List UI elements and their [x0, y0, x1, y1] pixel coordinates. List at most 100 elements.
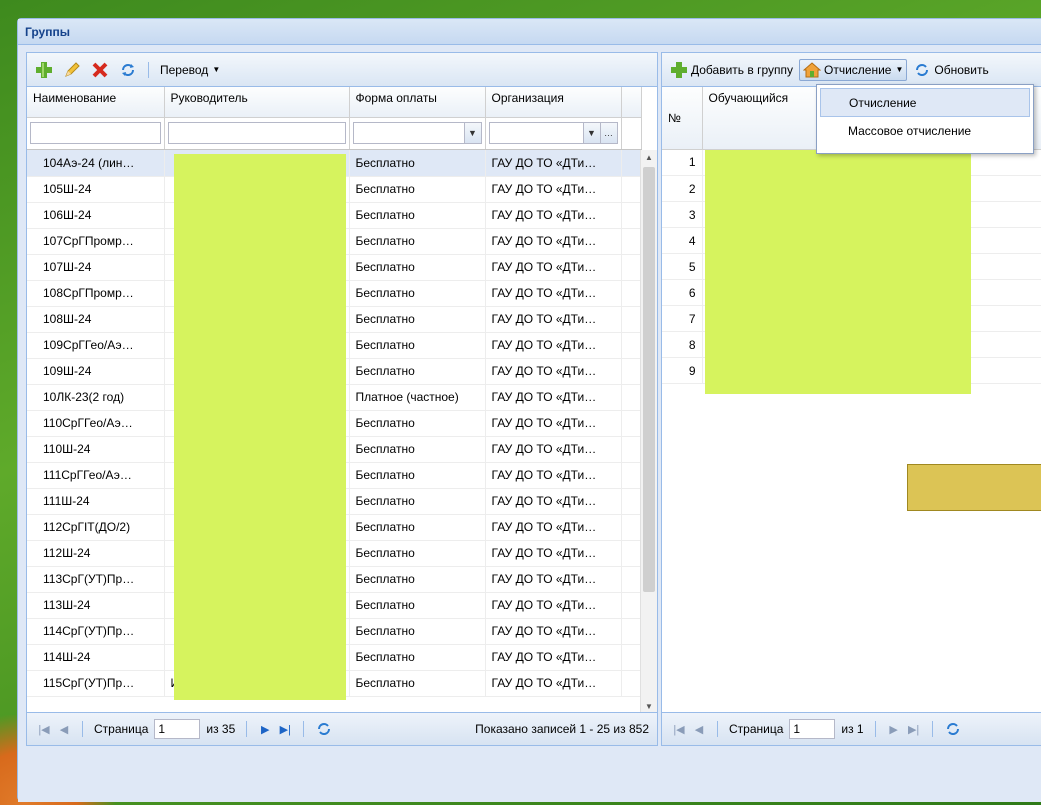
cell-organization: ГАУ ДО ТО «ДТи…: [485, 384, 622, 411]
cell-payment: Бесплатно: [349, 150, 486, 177]
cell-spacer: [621, 436, 642, 463]
cell-organization: ГАУ ДО ТО «ДТи…: [485, 618, 622, 645]
cell-number: 9: [662, 357, 703, 384]
cell-spacer: [621, 644, 642, 671]
scroll-down-icon[interactable]: ▼: [645, 702, 653, 711]
column-header-number[interactable]: №: [662, 87, 703, 150]
cell-payment: Бесплатно: [349, 618, 486, 645]
cell-payment: Бесплатно: [349, 176, 486, 203]
cell-spacer: [621, 358, 642, 385]
cell-spacer: [621, 514, 642, 541]
last-page-icon[interactable]: ▶|: [907, 723, 921, 736]
perevod-label: Перевод: [160, 62, 209, 77]
cell-spacer: [621, 410, 642, 437]
menu-item-mass-expel[interactable]: Массовое отчисление: [820, 117, 1030, 146]
refresh-icon[interactable]: [315, 720, 333, 738]
add-to-group-button[interactable]: Добавить в группу: [666, 59, 797, 81]
next-page-icon[interactable]: ▶: [887, 723, 901, 736]
add-icon: [670, 61, 688, 79]
cell-organization: ГАУ ДО ТО «ДТи…: [485, 202, 622, 229]
chevron-down-icon[interactable]: ▼: [582, 123, 600, 144]
expel-menu-button[interactable]: Отчисление ▼: [799, 58, 908, 81]
cell-organization: ГАУ ДО ТО «ДТи…: [485, 358, 622, 385]
cell-payment: Бесплатно: [349, 488, 486, 515]
first-page-icon[interactable]: |◀: [672, 723, 686, 736]
leader-filter-input[interactable]: [167, 122, 346, 145]
column-header-name[interactable]: Наименование: [27, 87, 165, 118]
first-page-icon[interactable]: |◀: [37, 723, 51, 736]
cell-spacer: [621, 566, 642, 593]
edit-button[interactable]: [59, 59, 85, 81]
cell-number: 7: [662, 305, 703, 332]
refresh-icon: [119, 61, 137, 79]
column-header-organization[interactable]: Организация: [485, 87, 622, 118]
cell-payment: Бесплатно: [349, 644, 486, 671]
refresh-students-button[interactable]: Обновить: [909, 59, 992, 81]
groups-filter-row: ▼ ▼…: [27, 117, 642, 150]
cell-spacer: [621, 332, 642, 359]
ellipsis-icon[interactable]: …: [599, 123, 617, 144]
cell-spacer: [621, 618, 642, 645]
cell-payment: Бесплатно: [349, 436, 486, 463]
prev-page-icon[interactable]: ◀: [692, 723, 706, 736]
cell-name: 115СрГ(УТ)Пр…: [27, 670, 165, 697]
name-filter-input[interactable]: [30, 122, 161, 145]
scrollbar-thumb[interactable]: [643, 167, 655, 592]
column-header-leader[interactable]: Руководитель: [164, 87, 350, 118]
cell-organization: ГАУ ДО ТО «ДТи…: [485, 514, 622, 541]
cell-payment: Бесплатно: [349, 202, 486, 229]
cell-name: 110Ш-24: [27, 436, 165, 463]
groups-pager: |◀ ◀ Страница из 35 ▶ ▶| Показано записе…: [27, 712, 657, 745]
cell-name: 114Ш-24: [27, 644, 165, 671]
cell-organization: ГАУ ДО ТО «ДТи…: [485, 150, 622, 177]
groups-grid-body: 104Аэ-24 (лин… Бесплатно ГАУ ДО ТО «ДТи… 10…: [27, 150, 657, 714]
organization-filter-select[interactable]: ▼…: [488, 122, 618, 145]
cell-number: 5: [662, 253, 703, 280]
cell-organization: ГАУ ДО ТО «ДТи…: [485, 462, 622, 489]
groups-scrollbar[interactable]: ▲ ▼: [640, 150, 657, 714]
groups-toolbar: Перевод ▼: [27, 53, 657, 87]
prev-page-icon[interactable]: ◀: [57, 723, 71, 736]
cell-name: 107СрГПромр…: [27, 228, 165, 255]
last-page-icon[interactable]: ▶|: [278, 723, 292, 736]
cell-name: 113СрГ(УТ)Пр…: [27, 566, 165, 593]
cell-organization: ГАУ ДО ТО «ДТи…: [485, 592, 622, 619]
refresh-button[interactable]: [115, 59, 141, 81]
pager-separator: [874, 721, 876, 737]
page-input[interactable]: [154, 719, 201, 739]
students-toolbar: Добавить в группу Отчисление ▼ Обновить: [662, 53, 1041, 87]
chevron-down-icon[interactable]: ▼: [463, 123, 481, 144]
students-panel: Добавить в группу Отчисление ▼ Обновить …: [661, 52, 1041, 746]
filter-cell-payment: ▼: [349, 117, 486, 150]
cell-organization: ГАУ ДО ТО «ДТи…: [485, 410, 622, 437]
delete-button[interactable]: [87, 59, 113, 81]
cell-payment: Бесплатно: [349, 332, 486, 359]
payment-filter-select[interactable]: ▼: [352, 122, 482, 145]
menu-item-expel[interactable]: Отчисление: [820, 88, 1030, 117]
scroll-up-icon[interactable]: ▲: [645, 153, 653, 162]
add-button[interactable]: [31, 59, 57, 81]
pager-separator: [246, 721, 248, 737]
perevod-menu-button[interactable]: Перевод ▼: [156, 59, 224, 81]
home-icon: [803, 61, 821, 79]
cell-name: 110СрГГео/Аэ…: [27, 410, 165, 437]
column-header-payment[interactable]: Форма оплаты: [349, 87, 486, 118]
page-input[interactable]: [789, 719, 836, 739]
cell-name: 114СрГ(УТ)Пр…: [27, 618, 165, 645]
cell-organization: ГАУ ДО ТО «ДТи…: [485, 670, 622, 697]
cell-spacer: [621, 228, 642, 255]
cell-spacer: [621, 488, 642, 515]
page-count-label: из 1: [841, 722, 864, 736]
cell-payment: Бесплатно: [349, 540, 486, 567]
cell-organization: ГАУ ДО ТО «ДТи…: [485, 228, 622, 255]
cell-payment: Бесплатно: [349, 514, 486, 541]
cell-payment: Бесплатно: [349, 306, 486, 333]
cell-number: 6: [662, 279, 703, 306]
expel-label: Отчисление: [824, 62, 892, 77]
cell-payment: Бесплатно: [349, 670, 486, 697]
cell-organization: ГАУ ДО ТО «ДТи…: [485, 436, 622, 463]
next-page-icon[interactable]: ▶: [258, 723, 272, 736]
refresh-label: Обновить: [934, 62, 989, 77]
window-title: Группы: [18, 19, 1041, 45]
refresh-icon[interactable]: [944, 720, 962, 738]
